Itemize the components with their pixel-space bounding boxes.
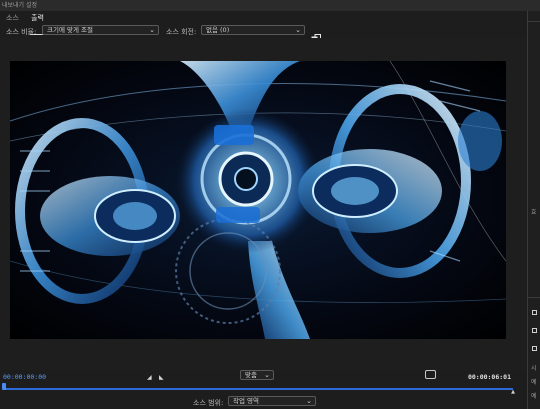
chevron-down-icon: ⌄ xyxy=(149,26,155,34)
in-point-marker-icon[interactable]: ◢ xyxy=(147,374,152,381)
source-scaling-label: 소스 비율: xyxy=(6,28,37,36)
chevron-down-icon: ⌄ xyxy=(306,397,312,405)
current-timecode[interactable]: 00:00:00:00 xyxy=(3,373,46,381)
source-options-bar: 소스 비율: 크기에 맞게 조절 ⌄ 소스 회전: 없음 (0) ⌄ xyxy=(0,24,527,42)
tab-output[interactable]: 출력 xyxy=(31,13,44,23)
out-point-marker-icon[interactable]: ◣ xyxy=(159,374,164,381)
checkbox[interactable] xyxy=(532,310,537,315)
source-rotation-value: 없음 (0) xyxy=(206,26,230,34)
timeline-scrubber[interactable]: ▲ xyxy=(2,383,515,395)
video-frame-image xyxy=(10,61,506,339)
window-title: 내보내기 설정 xyxy=(0,0,540,11)
right-panel-label-3: 예 xyxy=(531,379,537,386)
tab-bar: 소스 출력 xyxy=(0,12,527,35)
source-scaling-dropdown[interactable]: 크기에 맞게 조절 ⌄ xyxy=(42,25,159,35)
playback-controls: 00:00:00:00 ◢ ◣ 맞춤 ⌄ 00:00:06:01 xyxy=(0,368,527,384)
panel-divider xyxy=(528,21,540,22)
right-panel-label-4: 예 xyxy=(531,393,537,400)
video-preview-frame xyxy=(10,61,506,339)
timeline-track[interactable] xyxy=(3,388,513,390)
fit-dropdown[interactable]: 맞춤 ⌄ xyxy=(240,370,274,380)
source-scaling-value: 크기에 맞게 조절 xyxy=(47,26,93,34)
chevron-down-icon: ⌄ xyxy=(295,26,301,34)
panel-divider xyxy=(528,297,540,298)
source-range-value: 작업 영역 xyxy=(233,397,259,405)
right-panel-label-1: 효 xyxy=(531,209,537,216)
snapshot-icon[interactable] xyxy=(425,370,436,379)
crop-button[interactable] xyxy=(311,27,321,42)
playhead[interactable] xyxy=(2,383,6,390)
source-range-dropdown[interactable]: 작업 영역 ⌄ xyxy=(228,396,316,406)
checkbox[interactable] xyxy=(532,328,537,333)
right-settings-panel: 효 시 예 예 xyxy=(527,11,540,409)
fit-value: 맞춤 xyxy=(245,371,257,379)
tab-source[interactable]: 소스 xyxy=(6,13,19,23)
source-range-label: 소스 범위: xyxy=(193,399,224,407)
chevron-down-icon: ⌄ xyxy=(264,371,270,379)
checkbox[interactable] xyxy=(532,346,537,351)
source-rotation-dropdown[interactable]: 없음 (0) ⌄ xyxy=(201,25,305,35)
right-panel-label-2: 시 xyxy=(531,365,537,372)
source-rotation-label: 소스 회전: xyxy=(166,28,197,36)
duration-timecode: 00:00:06:01 xyxy=(467,373,511,381)
source-range-bar: 소스 범위: 작업 영역 ⌄ xyxy=(0,395,527,409)
